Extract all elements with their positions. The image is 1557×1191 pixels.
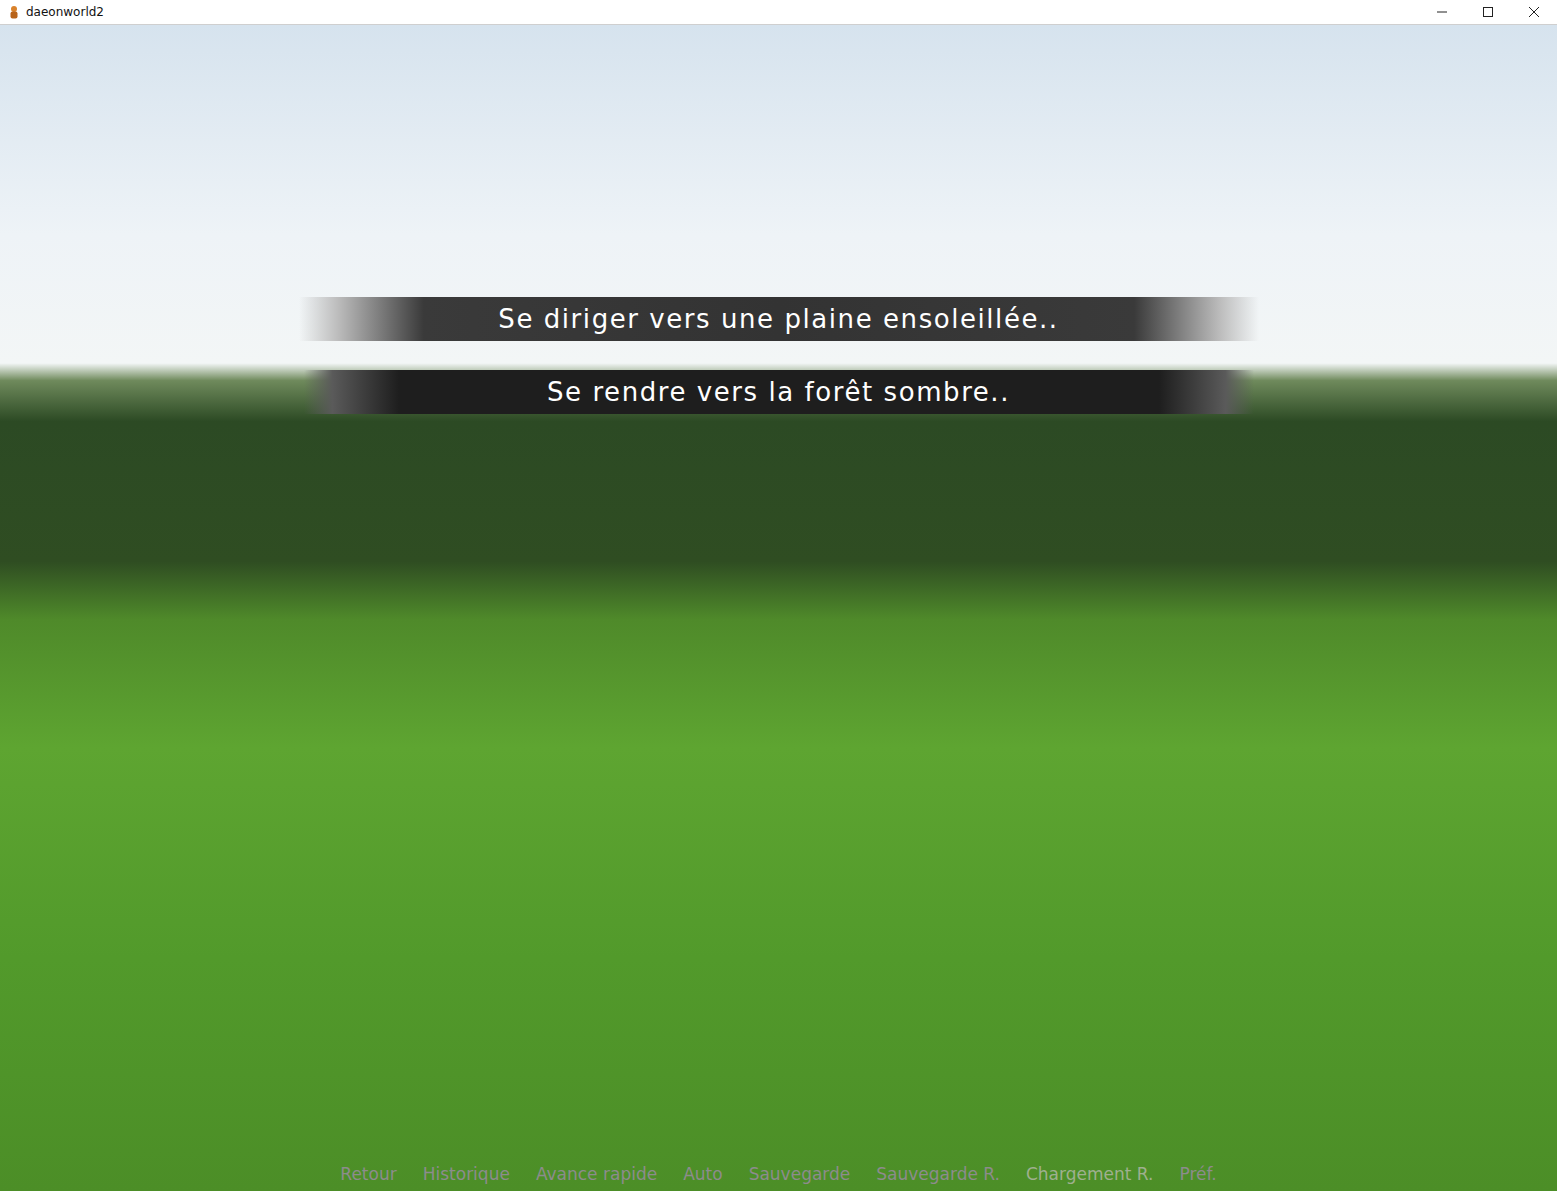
choice-button[interactable]: Se rendre vers la forêt sombre.. (304, 370, 1254, 414)
choice-label: Se diriger vers une plaine ensoleillée.. (498, 300, 1058, 339)
quick-menu: Retour Historique Avance rapide Auto Sauvega… (340, 1162, 1216, 1191)
quick-menu-button[interactable]: Avance rapide (536, 1162, 657, 1188)
choice-menu: Se diriger vers une plaine ensoleillée..… (299, 297, 1259, 414)
quick-menu-button[interactable]: Sauvegarde R. (876, 1162, 1000, 1188)
quick-menu-button[interactable]: Retour (340, 1162, 396, 1188)
close-icon[interactable] (1511, 0, 1557, 24)
window-controls (1419, 0, 1557, 24)
quick-menu-button: Chargement R. (1026, 1162, 1153, 1188)
game-scene: Se diriger vers une plaine ensoleillée..… (0, 25, 1557, 1191)
maximize-icon[interactable] (1465, 0, 1511, 24)
app-icon (8, 5, 20, 19)
choice-button[interactable]: Se diriger vers une plaine ensoleillée.. (299, 297, 1259, 341)
window-title: daeonworld2 (26, 3, 104, 21)
quick-menu-button[interactable]: Préf. (1179, 1162, 1216, 1188)
quick-menu-button[interactable]: Historique (423, 1162, 510, 1188)
minimize-icon[interactable] (1419, 0, 1465, 24)
choice-label: Se rendre vers la forêt sombre.. (547, 373, 1010, 412)
title-bar: daeonworld2 (0, 0, 1557, 25)
title-area: daeonworld2 (0, 3, 1419, 21)
quick-menu-button[interactable]: Sauvegarde (749, 1162, 851, 1188)
quick-menu-button[interactable]: Auto (683, 1162, 722, 1188)
